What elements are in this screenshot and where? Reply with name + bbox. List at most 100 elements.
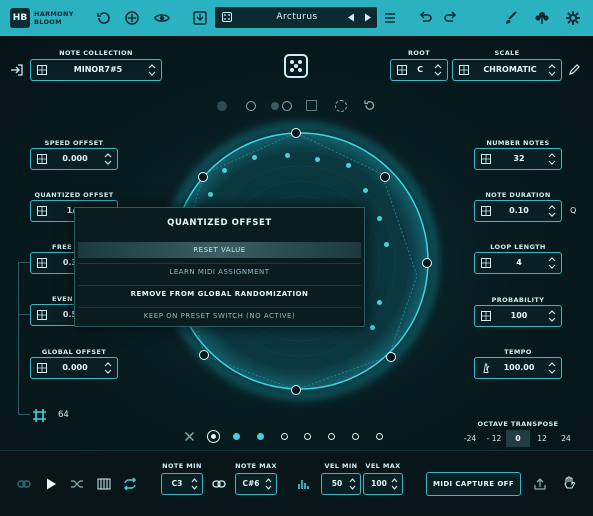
updown-arrows-icon[interactable] [391, 477, 398, 491]
speed-offset-field[interactable]: 0.000 [30, 148, 118, 170]
save-icon[interactable] [190, 8, 210, 28]
updown-arrows-icon[interactable] [265, 477, 272, 491]
updown-arrows-icon[interactable] [548, 204, 556, 218]
step-dot[interactable] [370, 325, 375, 330]
randomize-icon[interactable] [122, 8, 142, 28]
step-dot[interactable] [384, 242, 389, 247]
loop-length-field[interactable]: 4 [474, 252, 562, 274]
play-icon[interactable] [43, 476, 59, 492]
octave-option[interactable]: -24 [458, 430, 482, 447]
mode-circle-icon[interactable] [246, 101, 256, 111]
menu-item-keep-on-preset[interactable]: KEEP ON PRESET SWITCH (NO ACTIVE) [78, 307, 361, 323]
sequence-slot[interactable] [233, 433, 240, 440]
undo-icon[interactable] [415, 8, 435, 28]
step-dot[interactable] [252, 155, 257, 160]
step-dot[interactable] [208, 192, 213, 197]
mode-circle-outline-icon[interactable] [282, 101, 292, 111]
updown-arrows-icon[interactable] [104, 361, 112, 375]
piano-icon[interactable] [96, 476, 112, 492]
step-dot[interactable] [377, 216, 382, 221]
next-preset-icon[interactable] [364, 13, 372, 22]
ring-node-top[interactable] [291, 128, 301, 138]
vel-max-field[interactable]: 100 [363, 473, 403, 495]
updown-arrows-icon[interactable] [434, 63, 442, 77]
midi-capture-button[interactable]: MIDI CAPTURE OFF [426, 472, 521, 496]
note-min-field[interactable]: C3 [161, 473, 203, 495]
menu-item-learn-midi[interactable]: LEARN MIDI ASSIGNMENT [78, 263, 361, 279]
prev-preset-icon[interactable] [347, 13, 355, 22]
reset-rotate-icon[interactable] [363, 99, 376, 112]
menu-item-reset-value[interactable]: RESET VALUE [78, 242, 361, 258]
octave-option-selected[interactable]: 0 [506, 430, 530, 447]
updown-arrows-icon[interactable] [548, 256, 556, 270]
redo-icon[interactable] [441, 8, 461, 28]
step-dot[interactable] [315, 157, 320, 162]
sequence-slot[interactable] [281, 433, 288, 440]
ring-node-right[interactable] [422, 258, 432, 268]
sequence-slot[interactable] [376, 433, 383, 440]
mode-dashed-circle-icon[interactable] [335, 100, 347, 112]
scale-select[interactable]: CHROMATIC [452, 59, 562, 81]
shuffle-icon[interactable] [69, 476, 85, 492]
root-select[interactable]: C [390, 59, 448, 81]
ring-node-bottom-right[interactable] [386, 352, 396, 362]
updown-arrows-icon[interactable] [548, 309, 556, 323]
updown-arrows-icon[interactable] [104, 152, 112, 166]
step-dot[interactable] [377, 300, 382, 305]
ring-node-bottom[interactable] [291, 385, 301, 395]
sequence-slot-active[interactable] [207, 430, 220, 443]
ring-node-top-right[interactable] [380, 172, 390, 182]
menu-icon[interactable] [380, 8, 400, 28]
tempo-field[interactable]: 100.00 [474, 357, 562, 379]
sequence-slot[interactable] [257, 433, 264, 440]
link-icon[interactable] [16, 476, 32, 492]
close-icon[interactable] [184, 431, 195, 442]
vel-min-field[interactable]: 50 [321, 473, 361, 495]
preset-selector[interactable]: Arcturus [214, 6, 378, 29]
note-duration-field[interactable]: 0.10 [474, 200, 562, 222]
octave-option[interactable]: 12 [530, 430, 554, 447]
mode-filled-circle-icon[interactable] [217, 101, 227, 111]
updown-arrows-icon[interactable] [148, 63, 156, 77]
quantize-toggle[interactable]: Q [570, 206, 576, 215]
step-dot[interactable] [346, 163, 351, 168]
brush-icon[interactable] [501, 8, 521, 28]
step-dot[interactable] [363, 188, 368, 193]
ring-node-bottom-left[interactable] [199, 350, 209, 360]
number-notes-field[interactable]: 32 [474, 148, 562, 170]
sequence-slot[interactable] [328, 433, 335, 440]
probability-field[interactable]: 100 [474, 305, 562, 327]
note-max-field[interactable]: C#6 [235, 473, 277, 495]
drag-hand-icon[interactable] [561, 475, 577, 491]
step-dot[interactable] [222, 168, 227, 173]
velocity-icon[interactable] [296, 476, 312, 492]
mode-double-circle-icon[interactable] [271, 102, 279, 110]
octave-option[interactable]: - 12 [482, 430, 506, 447]
step-dot[interactable] [285, 153, 290, 158]
sequence-slot[interactable] [352, 433, 359, 440]
flower-icon[interactable] [532, 8, 552, 28]
edit-pencil-icon[interactable] [568, 63, 581, 76]
sequence-slot[interactable] [304, 433, 311, 440]
eye-icon[interactable] [152, 8, 172, 28]
import-icon[interactable] [10, 63, 24, 77]
updown-arrows-icon[interactable] [548, 63, 556, 77]
link-range-icon[interactable] [211, 476, 227, 492]
global-offset-field[interactable]: 0.000 [30, 357, 118, 379]
octave-option[interactable]: 24 [554, 430, 578, 447]
export-icon[interactable] [532, 476, 548, 492]
updown-arrows-icon[interactable] [548, 361, 556, 375]
hash-grid-icon[interactable] [32, 408, 47, 423]
updown-arrows-icon[interactable] [548, 152, 556, 166]
mode-square-icon[interactable] [306, 100, 317, 111]
menu-item-remove-randomization[interactable]: REMOVE FROM GLOBAL RANDOMIZATION [78, 285, 361, 301]
updown-arrows-icon[interactable] [349, 477, 356, 491]
gear-icon[interactable] [563, 8, 583, 28]
undo-history-icon[interactable] [94, 8, 114, 28]
note-collection-select[interactable]: MINOR7#5 [30, 59, 162, 81]
ring-node-top-left[interactable] [198, 172, 208, 182]
loop-icon[interactable] [122, 476, 138, 492]
context-menu-title: QUANTIZED OFFSET [167, 218, 272, 228]
dice-randomize-icon[interactable] [284, 54, 308, 78]
updown-arrows-icon[interactable] [191, 477, 198, 491]
